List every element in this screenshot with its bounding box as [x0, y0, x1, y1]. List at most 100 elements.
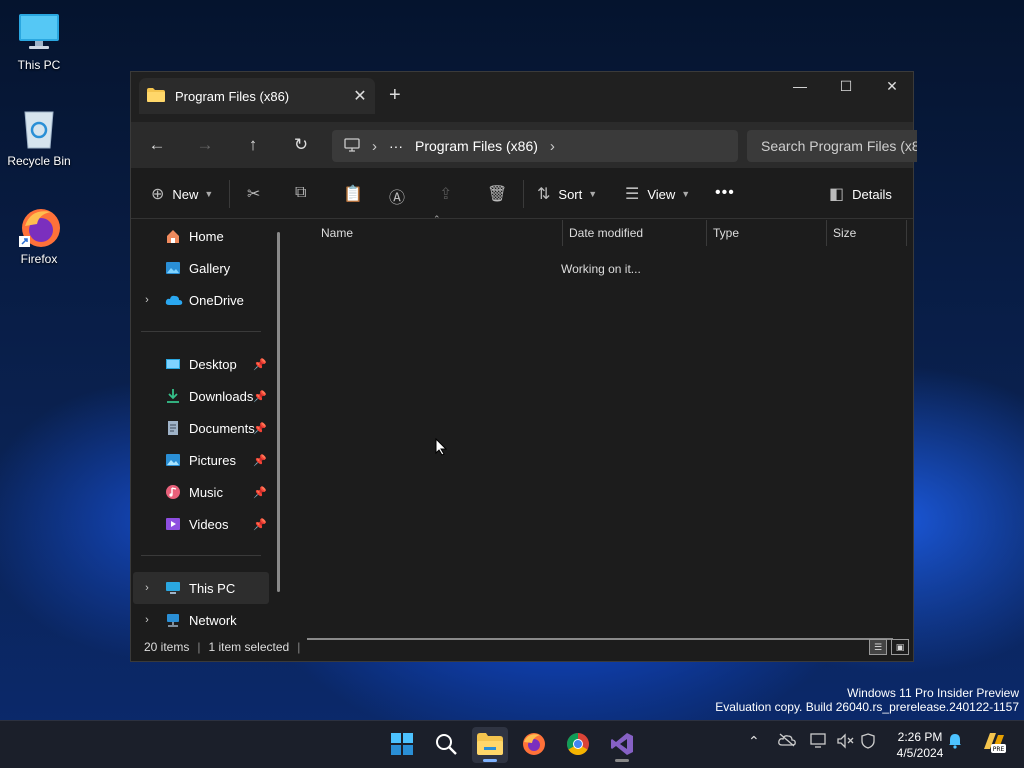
taskbar-file-explorer[interactable]	[472, 727, 508, 763]
address-bar[interactable]: › ··· Program Files (x86) ›	[332, 130, 738, 162]
cut-button[interactable]: ✂	[247, 184, 260, 204]
recycle-bin-icon	[17, 106, 61, 150]
pin-icon[interactable]: 📌	[253, 518, 267, 531]
search-input[interactable]: Search Program Files (x86)	[747, 130, 917, 162]
sidebar-item-label: Downloads	[189, 388, 254, 404]
share-button[interactable]: ⇪	[439, 184, 452, 204]
command-bar: ⊕ New ▼ ✂ ⧉ 📋 Ⓐ ⇪ 🗑 ⇅ Sort ▼ ☰ View ▼ ••…	[131, 168, 913, 219]
show-hidden-icons-button[interactable]: ⌃	[748, 733, 760, 750]
tab-close-button[interactable]: ✕	[345, 86, 375, 106]
taskbar-chrome[interactable]	[560, 727, 596, 763]
sidebar-scrollbar[interactable]	[277, 232, 280, 592]
chevron-right-icon[interactable]: ›	[133, 582, 161, 594]
close-button[interactable]: ✕	[869, 72, 915, 102]
sidebar-item-pictures[interactable]: Pictures 📌	[133, 444, 269, 476]
view-button[interactable]: ☰ View ▼	[625, 184, 690, 204]
sidebar-item-onedrive[interactable]: › OneDrive	[133, 284, 269, 316]
windows-logo-icon	[390, 732, 414, 759]
taskbar-firefox[interactable]	[516, 727, 552, 763]
desktop-icon-recycle-bin[interactable]: Recycle Bin	[4, 106, 74, 168]
breadcrumb-more[interactable]: ···	[389, 138, 403, 154]
pin-icon[interactable]: 📌	[253, 358, 267, 371]
download-icon	[165, 388, 183, 404]
details-pane-button[interactable]: ◧ Details	[829, 184, 892, 204]
sidebar-item-downloads[interactable]: Downloads 📌	[133, 380, 269, 412]
breadcrumb-current-folder[interactable]: Program Files (x86)	[415, 138, 538, 154]
up-button[interactable]: ↑	[229, 135, 277, 155]
sidebar-item-label: Network	[189, 612, 237, 628]
copilot-preview-icon[interactable]: PRE	[980, 729, 1006, 758]
sidebar-item-desktop[interactable]: Desktop 📌	[133, 348, 269, 380]
more-options-button[interactable]: •••	[715, 184, 735, 202]
plus-circle-icon: ⊕	[151, 186, 165, 203]
maximize-button[interactable]: ☐	[823, 72, 869, 102]
file-explorer-window: Program Files (x86) ✕ + — ☐ ✕ ← → ↑ ↻ › …	[130, 71, 917, 662]
sidebar-item-music[interactable]: Music 📌	[133, 476, 269, 508]
file-explorer-icon	[477, 732, 503, 758]
volume-muted-icon[interactable]	[836, 733, 854, 752]
tab-program-files[interactable]: Program Files (x86) ✕	[139, 78, 375, 114]
title-bar: Program Files (x86) ✕ + — ☐ ✕	[131, 72, 913, 122]
sort-button[interactable]: ⇅ Sort ▼	[537, 184, 597, 204]
desktop-icon-label: Firefox	[20, 252, 58, 266]
view-list-icon: ☰	[625, 186, 640, 203]
sidebar-item-home[interactable]: Home	[133, 220, 269, 252]
pin-icon[interactable]: 📌	[253, 422, 267, 435]
taskbar-visual-studio[interactable]	[604, 727, 640, 763]
search-icon	[434, 732, 458, 759]
evaluation-watermark: Windows 11 Pro Insider Preview Evaluatio…	[715, 686, 1019, 714]
notification-bell-icon[interactable]	[948, 733, 962, 752]
paste-icon: 📋	[343, 186, 363, 203]
chevron-right-icon[interactable]: ›	[133, 294, 161, 306]
tiles-view-button[interactable]: ▣	[891, 639, 909, 655]
sidebar-item-this-pc[interactable]: › This PC	[133, 572, 269, 604]
new-button[interactable]: ⊕ New ▼	[151, 184, 213, 204]
forward-button[interactable]: →	[181, 135, 229, 155]
explorer-body: Home Gallery › OneDrive Desktop 📌 Downlo…	[131, 214, 913, 640]
pictures-icon	[165, 452, 183, 468]
chevron-right-icon[interactable]: ›	[550, 138, 555, 155]
firefox-icon	[522, 732, 546, 759]
chevron-right-icon[interactable]: ›	[133, 614, 161, 626]
selection-count: 1 item selected	[208, 640, 290, 654]
column-header-type[interactable]: Type	[713, 226, 739, 244]
chevron-down-icon: ▼	[204, 189, 214, 199]
monitor-icon	[344, 137, 360, 155]
watermark-line-1: Windows 11 Pro Insider Preview	[847, 686, 1019, 700]
start-button[interactable]	[384, 727, 420, 763]
column-header-size[interactable]: Size	[833, 226, 856, 244]
display-tray-icon[interactable]	[810, 733, 828, 752]
sidebar-item-videos[interactable]: Videos 📌	[133, 508, 269, 540]
security-shield-icon[interactable]	[860, 733, 876, 752]
sidebar-item-label: Videos	[189, 516, 229, 532]
visual-studio-icon	[610, 732, 634, 759]
music-icon	[165, 484, 183, 500]
sidebar-item-gallery[interactable]: Gallery	[133, 252, 269, 284]
search-button[interactable]	[428, 727, 464, 763]
paste-button[interactable]: 📋	[343, 184, 363, 204]
details-view-button[interactable]: ☰	[869, 639, 887, 655]
back-button[interactable]: ←	[133, 135, 181, 155]
refresh-button[interactable]: ↻	[277, 135, 325, 155]
onedrive-tray-icon[interactable]	[778, 733, 796, 750]
pin-icon[interactable]: 📌	[253, 486, 267, 499]
new-tab-button[interactable]: +	[389, 84, 401, 107]
rename-button[interactable]: Ⓐ	[389, 184, 405, 208]
sidebar-item-documents[interactable]: Documents 📌	[133, 412, 269, 444]
monitor-icon	[165, 580, 183, 596]
column-header-name[interactable]: Name	[321, 226, 353, 244]
desktop-icon-firefox[interactable]: Firefox	[4, 204, 74, 266]
pin-icon[interactable]: 📌	[253, 390, 267, 403]
cloud-icon	[165, 292, 183, 308]
column-header-date-modified[interactable]: Date modified	[569, 226, 643, 244]
firefox-icon	[17, 204, 61, 248]
sidebar-item-network[interactable]: › Network	[133, 604, 269, 636]
pin-icon[interactable]: 📌	[253, 454, 267, 467]
delete-button[interactable]: 🗑	[487, 184, 507, 204]
status-bar: 20 items | 1 item selected | ☰ ▣	[131, 633, 913, 661]
list-view-icon: ☰	[873, 642, 883, 652]
sidebar-item-label: Desktop	[189, 356, 237, 372]
copy-button[interactable]: ⧉	[295, 184, 306, 202]
minimize-button[interactable]: —	[777, 72, 823, 102]
desktop-icon-this-pc[interactable]: This PC	[4, 10, 74, 72]
